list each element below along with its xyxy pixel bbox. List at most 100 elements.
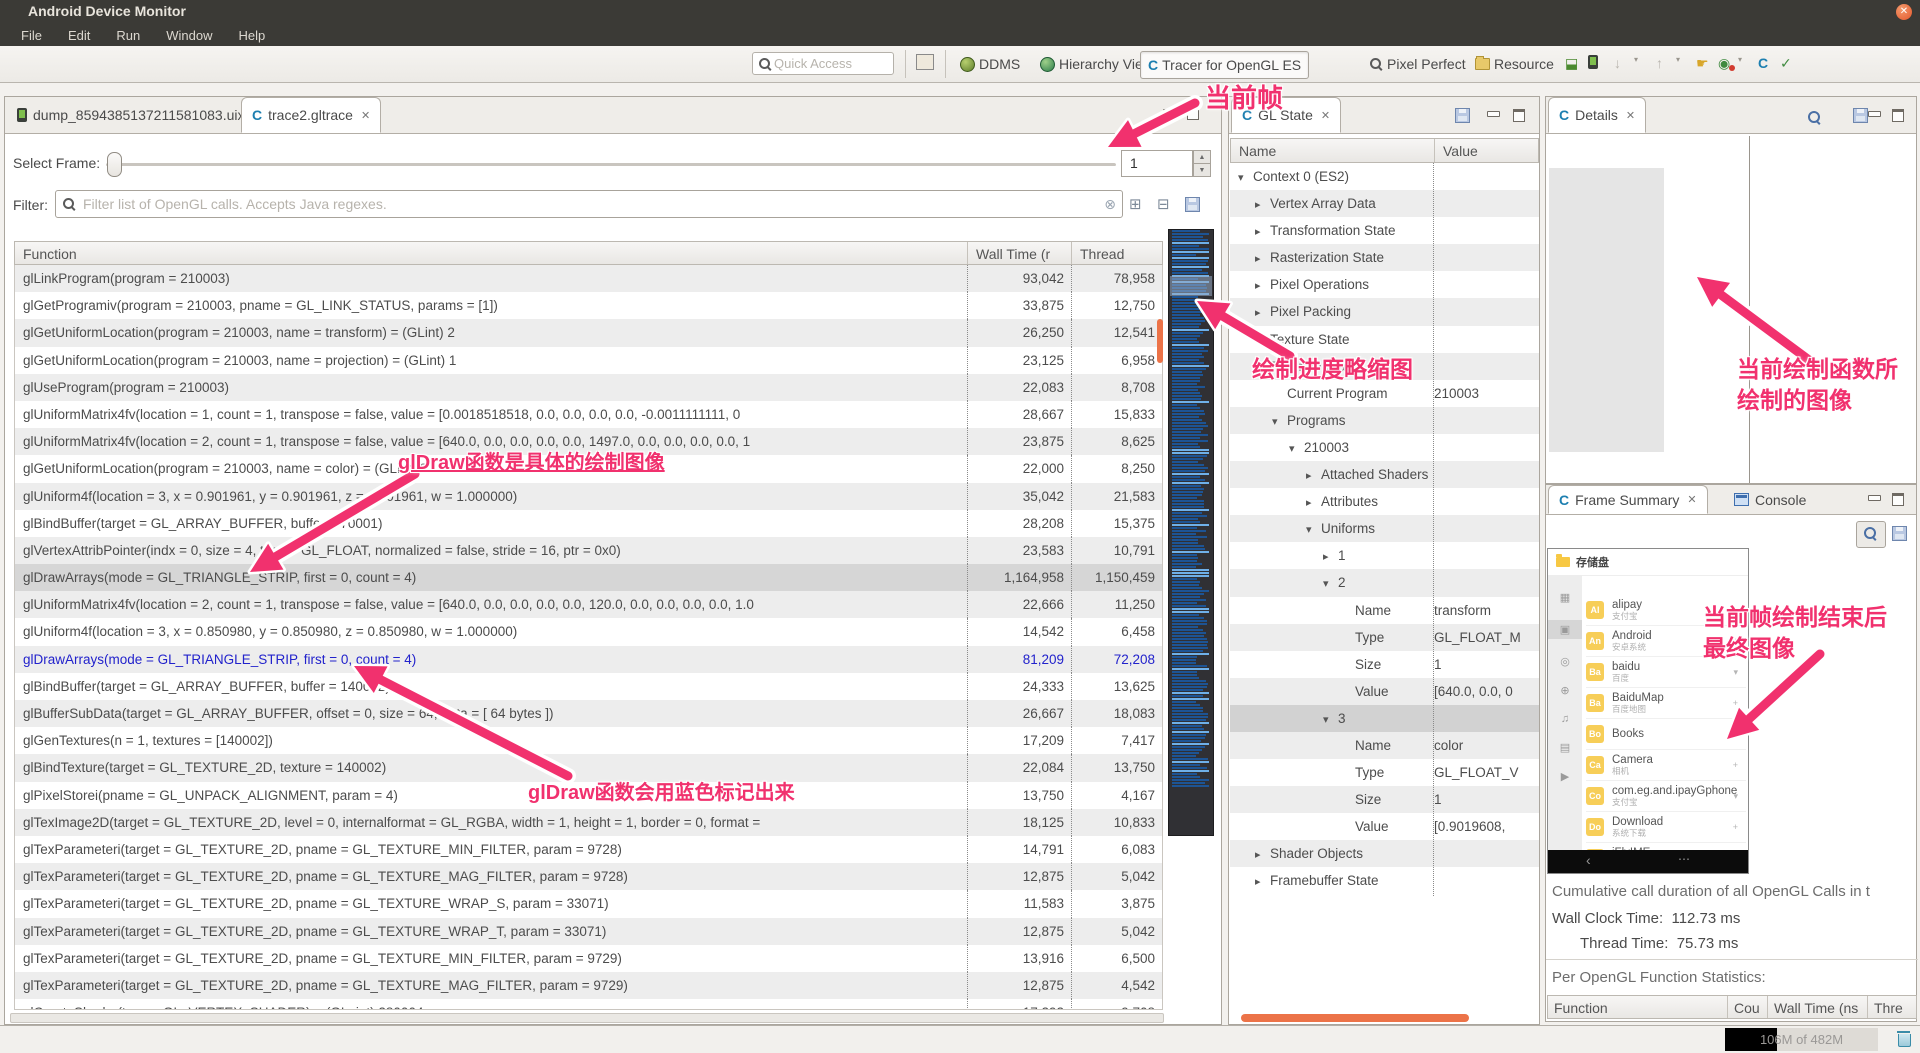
tree-expanded-icon[interactable]: ▾ [1306, 517, 1321, 544]
tree-expanded-icon[interactable]: ▾ [1323, 571, 1338, 598]
table-row[interactable]: glGenTextures(n = 1, textures = [140002]… [15, 727, 1162, 754]
gl-state-row[interactable]: ▾Context 0 (ES2) [1230, 163, 1539, 190]
gl-state-row[interactable]: Value[640.0, 0.0, 0 [1230, 678, 1539, 705]
capture-device-icon[interactable]: ⬓ [1565, 55, 1578, 72]
close-tab-icon[interactable]: ✕ [1687, 493, 1696, 506]
tree-expanded-icon[interactable]: ▾ [1323, 707, 1338, 734]
heap-status-widget[interactable]: 106M of 482M [1725, 1028, 1878, 1051]
save-state-icon[interactable] [1455, 108, 1470, 123]
tree-collapsed-icon[interactable]: ▸ [1255, 219, 1270, 246]
pull-file-dropdown-icon[interactable]: ▾ [1634, 55, 1638, 64]
trace-horizontal-scrollbar[interactable] [10, 1013, 1164, 1023]
stats-column-1[interactable]: Cou [1728, 996, 1768, 1018]
list-item[interactable]: BoBooks▾ [1586, 719, 1746, 750]
stats-column-0[interactable]: Function [1548, 996, 1728, 1018]
frame-decrement-button[interactable]: ▼ [1193, 163, 1211, 177]
push-file-dropdown-icon[interactable]: ▾ [1676, 55, 1680, 64]
list-item[interactable]: Cocom.eg.and.ipayGphone支付宝▾ [1586, 781, 1746, 812]
table-row[interactable]: glTexParameteri(target = GL_TEXTURE_2D, … [15, 863, 1162, 890]
column-value[interactable]: Value [1434, 139, 1538, 162]
table-row[interactable]: glUniformMatrix4fv(location = 2, count =… [15, 591, 1162, 618]
tree-expanded-icon[interactable]: ▾ [1272, 409, 1287, 436]
table-row[interactable]: glUniformMatrix4fv(location = 1, count =… [15, 401, 1162, 428]
table-row[interactable]: glVertexAttribPointer(indx = 0, size = 4… [15, 537, 1162, 564]
table-row[interactable]: glUseProgram(program = 210003)22,0838,70… [15, 374, 1162, 401]
tab-console[interactable]: Console [1724, 485, 1816, 514]
filter-input[interactable] [81, 195, 1099, 213]
gl-state-row[interactable]: ▸Rasterization State [1230, 244, 1539, 271]
gl-state-row[interactable]: TypeGL_FLOAT_M [1230, 624, 1539, 651]
expander-icon[interactable]: ▾ [1733, 729, 1738, 740]
profiling-dropdown-icon[interactable]: ▾ [1738, 55, 1742, 64]
menu-window[interactable]: Window [153, 28, 225, 43]
back-icon[interactable]: ‹ [1586, 852, 1591, 868]
expander-icon[interactable]: + [1733, 822, 1738, 832]
tab-details[interactable]: C Details ✕ [1548, 97, 1646, 133]
gl-state-row[interactable]: ▸Attributes [1230, 488, 1539, 515]
table-row[interactable]: glUniform4f(location = 3, x = 0.850980, … [15, 618, 1162, 645]
maximize-panel-icon[interactable] [1513, 109, 1525, 122]
column-thread-time[interactable]: Thread Time [1071, 242, 1162, 264]
list-item[interactable]: DoDownload系统下载+ [1586, 812, 1746, 843]
gl-state-row[interactable]: Value[0.9019608, [1230, 813, 1539, 840]
minimize-panel-icon[interactable] [1868, 495, 1881, 501]
tree-collapsed-icon[interactable]: ▸ [1255, 246, 1270, 273]
expand-all-icon[interactable]: ⊞ [1129, 195, 1142, 213]
gl-state-row[interactable]: Size1 [1230, 786, 1539, 813]
menu-edit[interactable]: Edit [55, 28, 103, 43]
zoom-fit-icon[interactable] [1808, 111, 1821, 124]
maximize-panel-icon[interactable] [1892, 109, 1904, 122]
gl-state-row[interactable]: ▾2 [1230, 569, 1539, 596]
gl-state-row[interactable]: ▸Vertex Array Data [1230, 190, 1539, 217]
gl-state-row[interactable]: ▸Attached Shaders [1230, 461, 1539, 488]
table-row[interactable]: glTexParameteri(target = GL_TEXTURE_2D, … [15, 945, 1162, 972]
table-row[interactable]: glUniform4f(location = 3, x = 0.901961, … [15, 483, 1162, 510]
frame-number-field[interactable]: 1 [1121, 150, 1193, 177]
zoom-fit-button[interactable] [1856, 521, 1886, 548]
menu-help[interactable]: Help [225, 28, 278, 43]
table-row[interactable]: glTexParameteri(target = GL_TEXTURE_2D, … [15, 972, 1162, 999]
save-frame-icon[interactable] [1892, 526, 1907, 541]
close-tab-icon[interactable]: ✕ [1626, 109, 1635, 122]
gl-state-horizontal-scrollbar[interactable] [1241, 1014, 1469, 1022]
perspective-pixel-perfect[interactable]: Pixel Perfect [1362, 51, 1473, 77]
quick-access-input[interactable] [772, 55, 881, 72]
gl-state-row[interactable]: ▾Uniforms [1230, 515, 1539, 542]
stats-column-3[interactable]: Thre [1868, 996, 1917, 1018]
close-window-icon[interactable]: ✕ [1896, 4, 1912, 20]
perspective-resource[interactable]: Resource [1468, 51, 1561, 77]
expander-icon[interactable]: + [1733, 698, 1738, 708]
tab-frame-summary[interactable]: C Frame Summary ✕ [1548, 485, 1708, 514]
expander-icon[interactable]: ▾ [1733, 667, 1738, 678]
tab-trace2-gltrace[interactable]: C trace2.gltrace ✕ [241, 97, 381, 133]
gl-state-row[interactable]: ▸Pixel Packing [1230, 298, 1539, 325]
tab-uix-dump[interactable]: dump_8594385137211581083.uix [7, 97, 255, 133]
table-row[interactable]: glTexParameteri(target = GL_TEXTURE_2D, … [15, 918, 1162, 945]
gl-state-row[interactable]: ▸1 [1230, 542, 1539, 569]
table-row[interactable]: glBufferSubData(target = GL_ARRAY_BUFFER… [15, 700, 1162, 727]
close-tab-icon[interactable]: ✕ [361, 109, 370, 122]
table-row[interactable]: glCreateShader(type = GL_VERTEX_SHADER) … [15, 999, 1162, 1009]
table-row[interactable]: glBindBuffer(target = GL_ARRAY_BUFFER, b… [15, 510, 1162, 537]
tree-collapsed-icon[interactable]: ▸ [1255, 869, 1270, 896]
tree-expanded-icon[interactable]: ▾ [1238, 165, 1253, 192]
trace-vertical-scrollbar[interactable] [1157, 319, 1163, 363]
list-item[interactable]: CaCamera相机+ [1586, 750, 1746, 781]
table-row[interactable]: glDrawArrays(mode = GL_TRIANGLE_STRIP, f… [15, 646, 1162, 673]
gl-state-row[interactable]: Nametransform [1230, 597, 1539, 624]
menu-run[interactable]: Run [103, 28, 153, 43]
tree-expanded-icon[interactable]: ▾ [1289, 436, 1304, 463]
gl-state-row[interactable]: ▸Texture State [1230, 326, 1539, 353]
gl-state-row[interactable]: ▾3 [1230, 705, 1539, 732]
tree-collapsed-icon[interactable]: ▸ [1255, 842, 1270, 869]
quick-access-box[interactable] [752, 52, 894, 75]
push-file-icon[interactable]: ↑ [1656, 55, 1663, 71]
filter-box[interactable]: ⊗ [55, 190, 1123, 218]
tree-collapsed-icon[interactable]: ▸ [1306, 463, 1321, 490]
frame-slider[interactable] [106, 163, 1116, 167]
frame-increment-button[interactable]: ▲ [1193, 150, 1211, 164]
maximize-panel-icon[interactable] [1892, 493, 1904, 506]
gl-state-row[interactable]: ▾Programs [1230, 407, 1539, 434]
menu-file[interactable]: File [8, 28, 55, 43]
table-row[interactable]: glGetUniformLocation(program = 210003, n… [15, 347, 1162, 374]
